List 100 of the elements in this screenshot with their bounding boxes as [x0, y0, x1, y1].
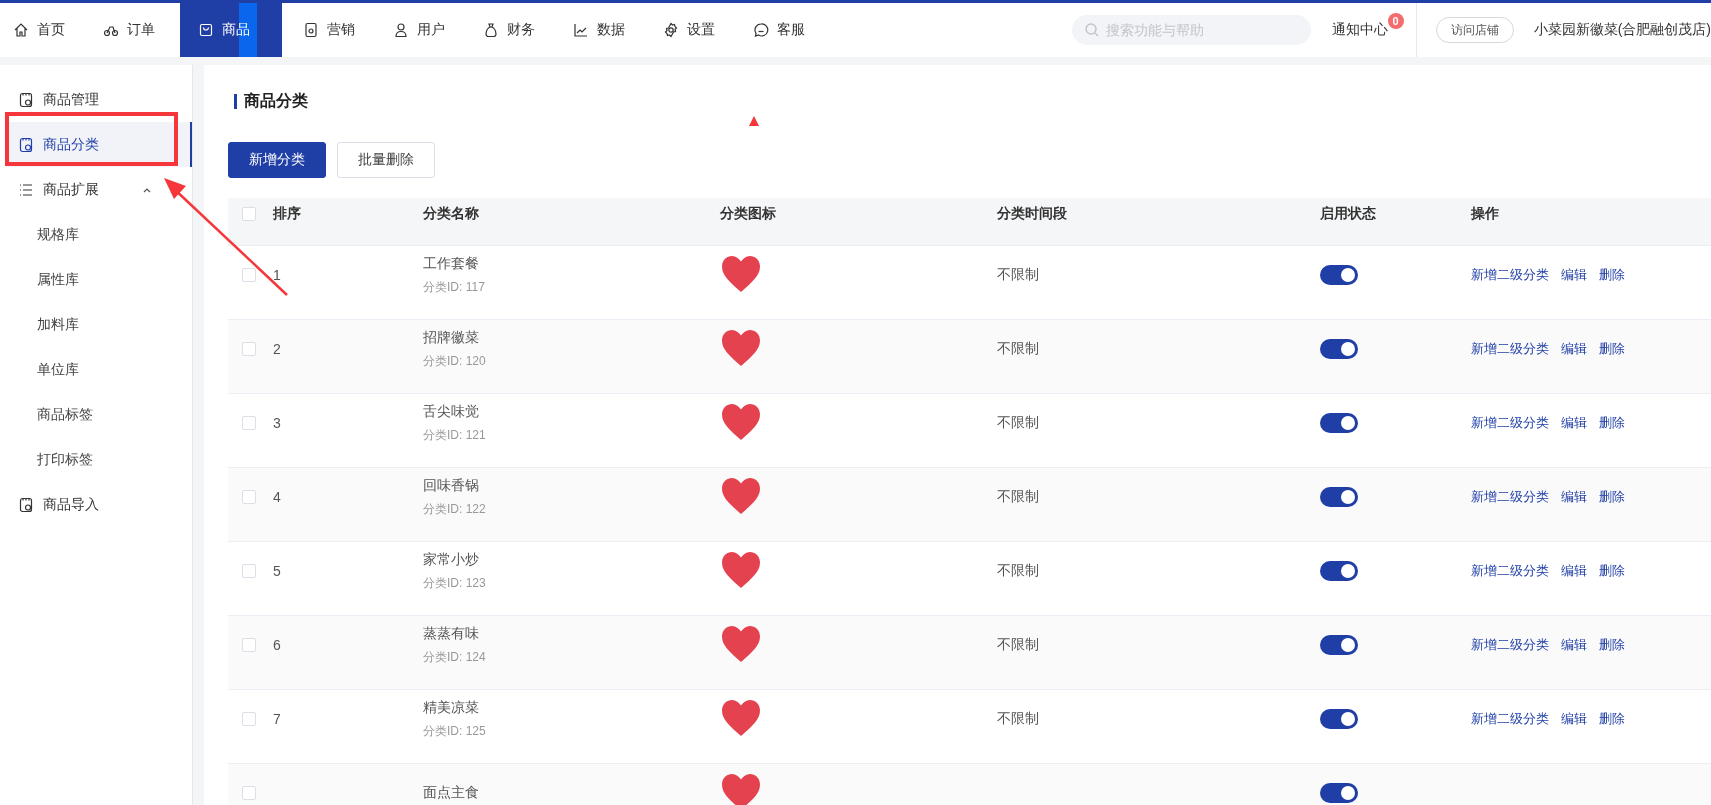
- settings-icon: [663, 22, 679, 38]
- category-name: 家常小炒: [423, 550, 480, 569]
- table-cell: 不限制: [997, 710, 1039, 726]
- house-icon: [13, 22, 29, 38]
- nav-tab[interactable]: 客服: [740, 3, 822, 57]
- checkbox[interactable]: [242, 712, 256, 726]
- visit-store-button[interactable]: 访问店铺: [1435, 17, 1514, 43]
- notification-center-link[interactable]: 通知中心: [1331, 21, 1388, 37]
- nav-tab[interactable]: 订单: [90, 3, 172, 57]
- nav-tab[interactable]: 营销: [290, 3, 372, 57]
- nav-tab[interactable]: 设置: [650, 3, 732, 57]
- toggle-switch[interactable]: [1320, 339, 1358, 359]
- money-bag-icon: [483, 22, 499, 38]
- chat-bubble-icon: [753, 22, 769, 38]
- checkbox[interactable]: [242, 207, 256, 222]
- page-title: 商品分类: [244, 91, 308, 111]
- action-link[interactable]: 删除: [1599, 562, 1625, 580]
- sidebar-subitem[interactable]: 单位库: [37, 360, 79, 379]
- sidebar-subitem[interactable]: 属性库: [37, 270, 79, 289]
- nav-tab[interactable]: 用户: [380, 3, 462, 57]
- sidebar-subitem[interactable]: 规格库: [37, 225, 79, 244]
- notification-count-badge: 0: [1387, 13, 1404, 29]
- sidebar-item[interactable]: 商品导入: [0, 482, 192, 527]
- checkbox[interactable]: [242, 268, 256, 282]
- nav-tab[interactable]: 首页: [0, 3, 82, 57]
- action-link[interactable]: 删除: [1599, 414, 1625, 432]
- action-link[interactable]: 新增二级分类: [1471, 488, 1549, 506]
- document-icon: [18, 496, 34, 513]
- checkbox[interactable]: [242, 490, 256, 504]
- store-name[interactable]: 小菜园新徽菜(合肥融创茂店): [1533, 21, 1711, 39]
- table-cell: 7: [273, 711, 281, 727]
- action-link[interactable]: 新增二级分类: [1471, 414, 1549, 432]
- add-category-button[interactable]: 新增分类: [228, 142, 326, 178]
- heart-icon: [720, 697, 762, 738]
- table-cell: 4: [273, 489, 281, 505]
- action-link[interactable]: 编辑: [1561, 488, 1587, 506]
- column-header: 分类图标: [720, 205, 776, 222]
- category-id: 分类ID: 121: [423, 426, 487, 444]
- column-header: 排序: [273, 205, 301, 222]
- category-name: 精美凉菜: [423, 698, 480, 717]
- table-cell: 不限制: [997, 562, 1039, 578]
- column-header: 启用状态: [1320, 205, 1376, 222]
- toggle-switch[interactable]: [1320, 709, 1358, 729]
- heart-icon: [720, 253, 762, 294]
- checkbox[interactable]: [242, 564, 256, 578]
- list-icon: [18, 181, 34, 198]
- action-link[interactable]: 编辑: [1561, 414, 1587, 432]
- toggle-switch[interactable]: [1320, 561, 1358, 581]
- category-id: 分类ID: 124: [423, 648, 487, 666]
- action-link[interactable]: 编辑: [1561, 710, 1587, 728]
- category-name: 招牌徽菜: [423, 328, 480, 347]
- heart-icon: [720, 401, 762, 442]
- batch-delete-button[interactable]: 批量删除: [337, 142, 435, 178]
- heart-icon: [720, 475, 762, 516]
- heart-icon: [720, 549, 762, 590]
- sidebar-item[interactable]: 商品管理: [0, 77, 192, 122]
- table-cell: 不限制: [997, 414, 1039, 430]
- table-cell: 6: [273, 637, 281, 653]
- toggle-switch[interactable]: [1320, 265, 1358, 285]
- nav-tab[interactable]: 财务: [470, 3, 552, 57]
- toggle-switch[interactable]: [1320, 783, 1358, 803]
- table-cell: 不限制: [997, 636, 1039, 652]
- category-id: 分类ID: 123: [423, 574, 487, 592]
- nav-tab[interactable]: 数据: [560, 3, 642, 57]
- action-link[interactable]: 编辑: [1561, 266, 1587, 284]
- table-cell: 不限制: [997, 266, 1039, 282]
- heart-icon: [720, 623, 762, 664]
- action-link[interactable]: 新增二级分类: [1471, 266, 1549, 284]
- action-link[interactable]: 删除: [1599, 710, 1625, 728]
- checkbox[interactable]: [242, 786, 256, 800]
- checkbox[interactable]: [242, 416, 256, 430]
- action-link[interactable]: 新增二级分类: [1471, 562, 1549, 580]
- toggle-switch[interactable]: [1320, 635, 1358, 655]
- table-cell: 2: [273, 341, 281, 357]
- nav-tab[interactable]: 商品: [180, 3, 282, 57]
- heart-icon: [720, 771, 762, 805]
- sidebar-subitem[interactable]: 商品标签: [37, 405, 93, 424]
- toggle-switch[interactable]: [1320, 487, 1358, 507]
- action-link[interactable]: 编辑: [1561, 636, 1587, 654]
- action-link[interactable]: 删除: [1599, 636, 1625, 654]
- action-link[interactable]: 新增二级分类: [1471, 710, 1549, 728]
- checkbox[interactable]: [242, 638, 256, 652]
- category-name: 回味香锅: [423, 476, 480, 495]
- checkbox[interactable]: [242, 342, 256, 356]
- action-link[interactable]: 新增二级分类: [1471, 340, 1549, 358]
- action-link[interactable]: 编辑: [1561, 562, 1587, 580]
- action-link[interactable]: 删除: [1599, 266, 1625, 284]
- sidebar-group[interactable]: 商品扩展: [0, 167, 192, 212]
- table-cell: 5: [273, 563, 281, 579]
- line-chart-icon: [573, 22, 589, 38]
- category-id: 分类ID: 120: [423, 352, 487, 370]
- sidebar-subitem[interactable]: 加料库: [37, 315, 79, 334]
- sidebar-subitem[interactable]: 打印标签: [37, 450, 93, 469]
- action-link[interactable]: 删除: [1599, 488, 1625, 506]
- category-name: 舌尖味觉: [423, 402, 480, 421]
- action-link[interactable]: 新增二级分类: [1471, 636, 1549, 654]
- table-cell: 3: [273, 415, 281, 431]
- action-link[interactable]: 删除: [1599, 340, 1625, 358]
- toggle-switch[interactable]: [1320, 413, 1358, 433]
- action-link[interactable]: 编辑: [1561, 340, 1587, 358]
